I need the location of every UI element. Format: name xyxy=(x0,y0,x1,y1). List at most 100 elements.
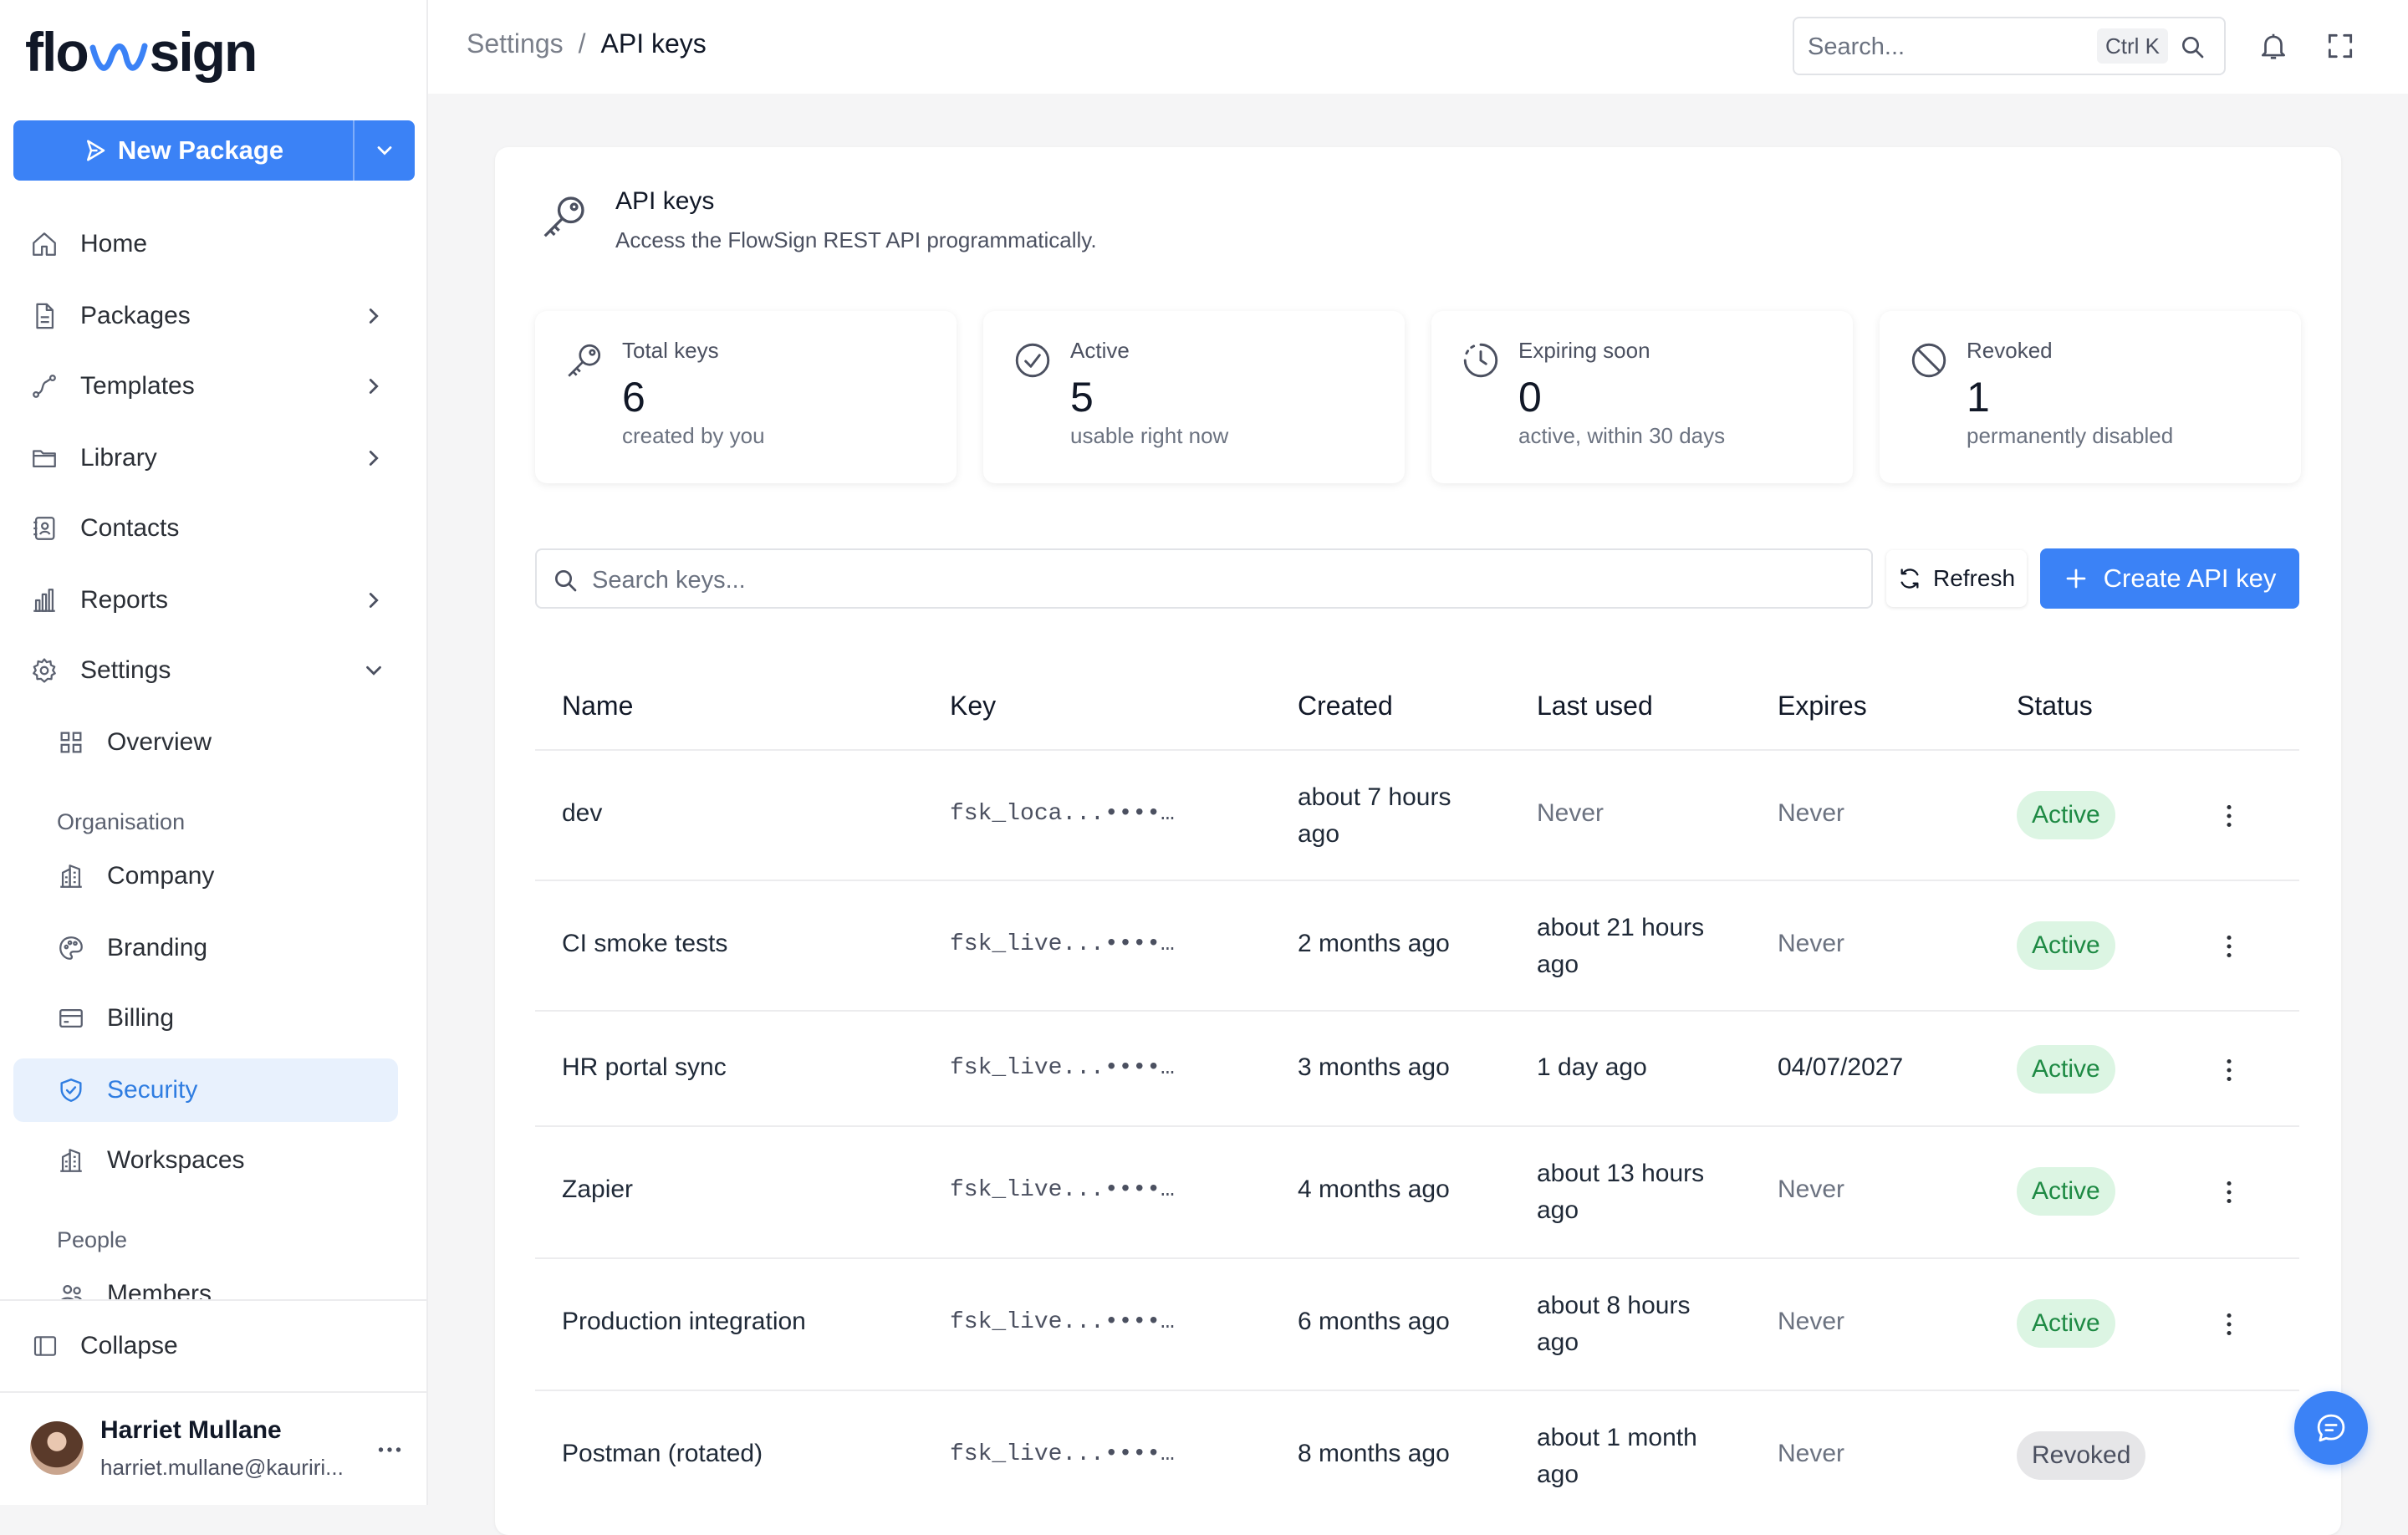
folder-icon xyxy=(30,444,59,472)
logo-text-left: flo xyxy=(25,21,89,83)
chat-support-button[interactable] xyxy=(2294,1391,2368,1465)
column-header-name[interactable]: Name xyxy=(562,691,633,722)
more-vertical-icon[interactable] xyxy=(2214,1177,2244,1207)
table-row[interactable]: HR portal sync fsk_live...••••… 3 months… xyxy=(535,1012,2299,1127)
sidebar-item-security[interactable]: Security xyxy=(13,1058,398,1122)
search-icon[interactable] xyxy=(2179,33,2206,60)
column-header-expires[interactable]: Expires xyxy=(1778,691,1867,722)
key-value: fsk_live...••••… xyxy=(950,931,1175,957)
sidebar-item-contacts[interactable]: Contacts xyxy=(13,497,398,560)
sidebar-item-branding[interactable]: Branding xyxy=(13,916,398,980)
stat-active: Active 5 usable right now xyxy=(983,311,1405,483)
stat-value: 6 xyxy=(622,374,645,421)
key-value: fsk_live...••••… xyxy=(950,1177,1175,1203)
last-used: Never xyxy=(1537,799,1604,827)
table-row[interactable]: dev fsk_loca...••••… about 7 hours ago N… xyxy=(535,751,2299,881)
create-api-key-button[interactable]: Create API key xyxy=(2040,548,2299,609)
key-search xyxy=(535,548,1873,609)
stat-expiring-soon: Expiring soon 0 active, within 30 days xyxy=(1431,311,1853,483)
key-name: Production integration xyxy=(562,1308,806,1335)
stat-description: usable right now xyxy=(1070,423,1229,448)
more-vertical-icon[interactable] xyxy=(2214,1055,2244,1085)
bell-icon[interactable] xyxy=(2258,30,2289,62)
sidebar-item-workspaces[interactable]: Workspaces xyxy=(13,1129,398,1192)
last-used: about 8 hours ago xyxy=(1537,1292,1691,1356)
contact-book-icon xyxy=(30,514,59,543)
fullscreen-icon[interactable] xyxy=(2324,30,2356,62)
building-icon xyxy=(57,1146,85,1175)
sidebar-item-label: Members xyxy=(107,1280,212,1299)
sidebar-item-label: Reports xyxy=(80,586,169,614)
stat-label: Total keys xyxy=(622,338,719,363)
new-package-button[interactable]: New Package xyxy=(13,120,355,181)
refresh-button[interactable]: Refresh xyxy=(1886,550,2027,607)
sidebar-item-settings[interactable]: Settings xyxy=(13,639,398,702)
key-icon xyxy=(564,339,605,381)
sidebar-nav: Home Packages Templates Library Contacts… xyxy=(0,212,428,1299)
table-row[interactable]: Production integration fsk_live...••••… … xyxy=(535,1259,2299,1391)
sidebar-item-label: Contacts xyxy=(80,514,180,542)
ban-icon xyxy=(1908,339,1950,381)
sidebar-item-templates[interactable]: Templates xyxy=(13,354,398,418)
sidebar-item-members[interactable]: Members xyxy=(13,1262,398,1299)
sidebar-item-label: Library xyxy=(80,444,157,472)
status-badge: Active xyxy=(2017,1167,2115,1216)
user-name: Harriet Mullane xyxy=(100,1416,282,1444)
expires: Never xyxy=(1778,1440,1845,1467)
search-shortcut-badge: Ctrl K xyxy=(2097,28,2168,64)
table-row[interactable]: Zapier fsk_live...••••… 4 months ago abo… xyxy=(535,1127,2299,1259)
key-name: dev xyxy=(562,799,603,827)
created-date: 3 months ago xyxy=(1298,1053,1450,1081)
status-badge: Active xyxy=(2017,1045,2115,1094)
create-api-key-label: Create API key xyxy=(2103,564,2277,593)
global-search-input[interactable] xyxy=(1806,28,2085,65)
new-package-dropdown-button[interactable] xyxy=(355,120,415,181)
key-name: HR portal sync xyxy=(562,1053,727,1081)
last-used: about 13 hours ago xyxy=(1537,1160,1705,1224)
table-header: Name Key Created Last used Expires Statu… xyxy=(535,666,2299,751)
shield-check-icon xyxy=(57,1076,85,1104)
refresh-label: Refresh xyxy=(1932,565,2016,591)
plus-icon xyxy=(2064,566,2089,591)
column-header-status[interactable]: Status xyxy=(2017,691,2093,722)
collapse-sidebar-button[interactable]: Collapse xyxy=(13,1316,398,1376)
key-name: Postman (rotated) xyxy=(562,1440,763,1467)
expires: Never xyxy=(1778,1175,1845,1203)
column-header-key[interactable]: Key xyxy=(950,691,996,722)
sidebar-item-company[interactable]: Company xyxy=(13,844,398,908)
expires: Never xyxy=(1778,799,1845,827)
sidebar-item-billing[interactable]: Billing xyxy=(13,987,398,1050)
search-icon xyxy=(552,567,579,594)
flowsign-logo[interactable]: flo sign xyxy=(25,18,258,85)
key-icon xyxy=(538,191,590,242)
table-row[interactable]: Postman (rotated) fsk_live...••••… 8 mon… xyxy=(535,1391,2299,1522)
breadcrumb-settings-link[interactable]: Settings xyxy=(467,28,564,59)
column-header-last-used[interactable]: Last used xyxy=(1537,691,1653,722)
user-profile[interactable]: Harriet Mullane harriet.mullane@kauriri.… xyxy=(0,1393,428,1505)
bar-chart-icon xyxy=(30,586,59,615)
more-vertical-icon[interactable] xyxy=(2214,1309,2244,1339)
breadcrumb-separator: / xyxy=(578,28,586,59)
key-search-input[interactable] xyxy=(590,562,1848,599)
key-name: CI smoke tests xyxy=(562,930,728,957)
sidebar-item-label: Settings xyxy=(80,656,171,684)
table-row[interactable]: CI smoke tests fsk_live...••••… 2 months… xyxy=(535,881,2299,1012)
sidebar-item-label: Packages xyxy=(80,302,191,329)
column-header-created[interactable]: Created xyxy=(1298,691,1393,722)
sidebar-item-packages[interactable]: Packages xyxy=(13,284,398,348)
page-title: API keys xyxy=(615,187,715,215)
breadcrumb-current: API keys xyxy=(600,28,707,59)
more-horizontal-icon[interactable] xyxy=(375,1435,405,1465)
sidebar-item-home[interactable]: Home xyxy=(13,212,398,276)
sidebar-item-label: Templates xyxy=(80,372,195,400)
chevron-right-icon xyxy=(361,446,386,471)
more-vertical-icon[interactable] xyxy=(2214,801,2244,831)
sidebar-item-library[interactable]: Library xyxy=(13,426,398,490)
sidebar-item-reports[interactable]: Reports xyxy=(13,569,398,632)
key-value: fsk_live...••••… xyxy=(950,1309,1175,1335)
created-date: about 7 hours ago xyxy=(1298,783,1451,848)
grid-icon xyxy=(57,728,85,757)
key-value: fsk_live...••••… xyxy=(950,1441,1175,1467)
more-vertical-icon[interactable] xyxy=(2214,931,2244,961)
sidebar-item-overview[interactable]: Overview xyxy=(13,711,398,774)
